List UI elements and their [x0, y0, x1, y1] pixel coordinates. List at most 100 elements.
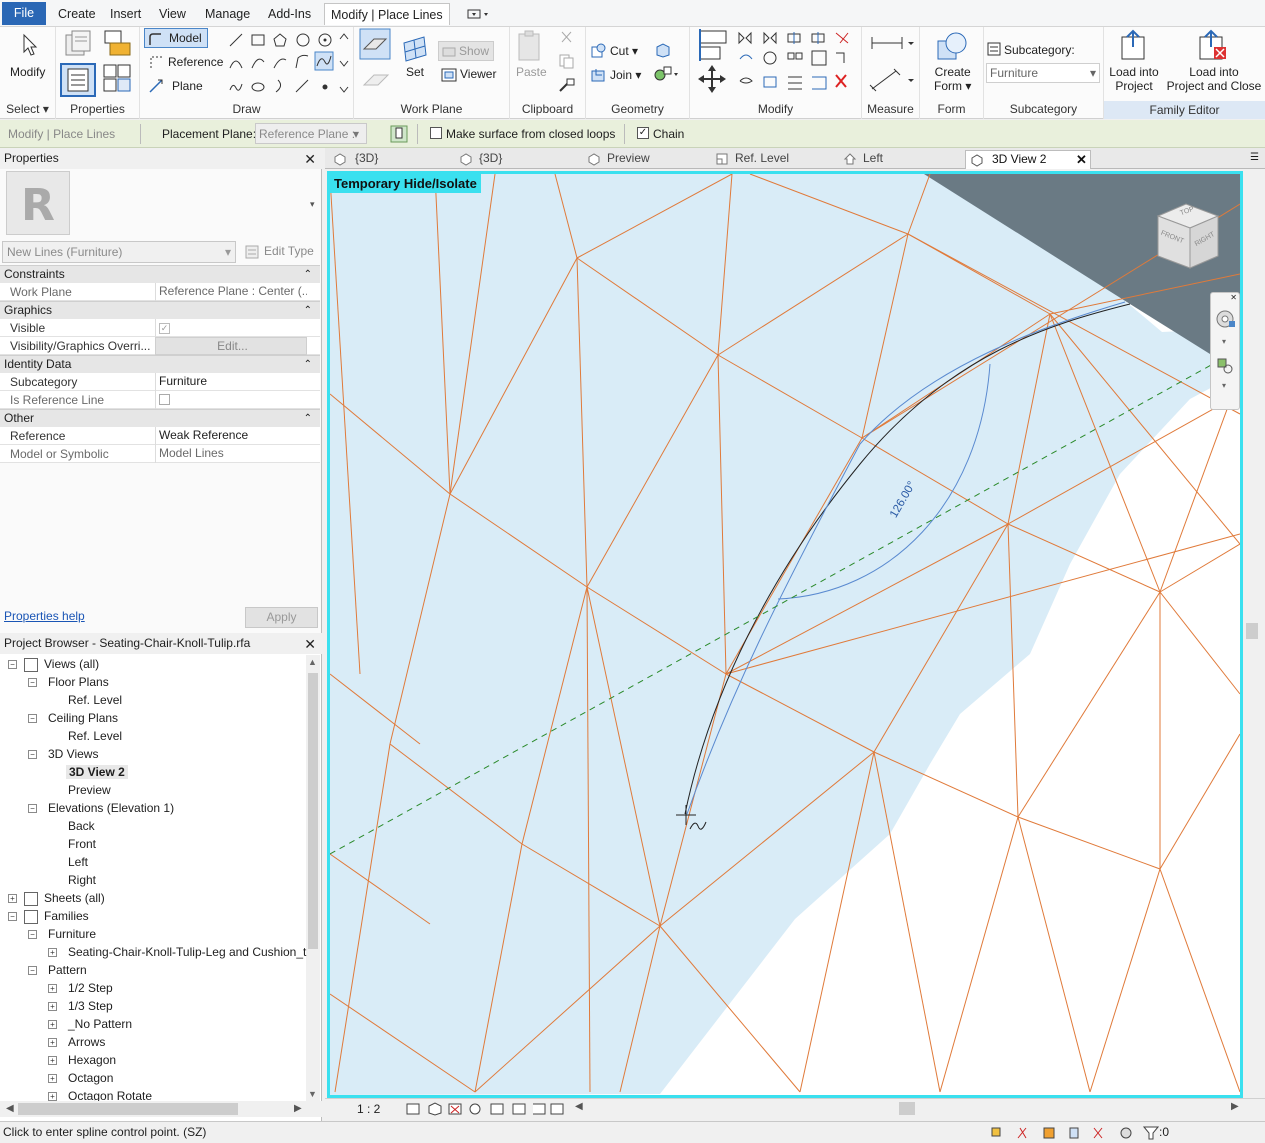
browser-node-floor-plans[interactable]: Floor Plans — [48, 675, 109, 689]
browser-node-elevations[interactable]: Elevations (Elevation 1) — [48, 801, 174, 815]
view-tab-preview[interactable]: Preview — [583, 150, 707, 169]
work-plane-tool-icon[interactable] — [358, 27, 392, 61]
expand-icon[interactable]: + — [8, 894, 17, 903]
load-into-project-button[interactable]: Load into Project — [1108, 65, 1160, 93]
collapse-icon[interactable]: − — [28, 930, 37, 939]
expand-icon[interactable]: + — [48, 1002, 57, 1011]
browser-node-ref-level-ceiling[interactable]: Ref. Level — [68, 729, 122, 743]
viewer-button[interactable]: Viewer — [438, 65, 498, 85]
browser-node-arrows[interactable]: Arrows — [68, 1035, 105, 1049]
scroll-left-icon[interactable]: ◀ — [575, 1101, 583, 1112]
apply-button[interactable]: Apply — [245, 607, 318, 628]
browser-node-ceiling-plans[interactable]: Ceiling Plans — [48, 711, 118, 725]
chevron-down-icon[interactable]: ▾ — [310, 199, 315, 210]
view-tab-3d-2[interactable]: {3D} — [455, 150, 579, 169]
browser-node-ref-level-floor[interactable]: Ref. Level — [68, 693, 122, 707]
browser-node-right[interactable]: Right — [68, 873, 96, 887]
view-scale[interactable]: 1 : 2 — [357, 1102, 380, 1116]
close-icon[interactable]: ✕ — [1076, 151, 1087, 168]
subcategory-dropdown[interactable]: Furniture ▾ — [986, 63, 1100, 83]
close-icon[interactable]: ✕ — [304, 635, 316, 654]
family-category-icon[interactable] — [64, 29, 94, 59]
draw-tools-gallery[interactable] — [228, 30, 348, 96]
browser-node-front[interactable]: Front — [68, 837, 96, 851]
reference-line-button[interactable]: Reference — [144, 52, 228, 72]
browser-node-3d-view-2[interactable]: 3D View 2 — [66, 765, 128, 779]
modify-tools-grid[interactable] — [736, 29, 856, 97]
browser-node-furniture[interactable]: Furniture — [48, 927, 96, 941]
view-control-icons[interactable] — [405, 1101, 565, 1117]
browser-node-sheets-all[interactable]: Sheets (all) — [44, 891, 105, 905]
browser-node-preview[interactable]: Preview — [68, 783, 111, 797]
tab-file[interactable]: File — [2, 2, 46, 25]
model-geometry[interactable] — [330, 174, 1240, 1095]
view-tab-left[interactable]: Left — [839, 150, 963, 169]
modify-button-label[interactable]: Modify — [10, 65, 45, 79]
tab-modify-place-lines[interactable]: Modify | Place Lines — [324, 3, 450, 25]
view-tab-3d-view-2[interactable]: 3D View 2 ✕ — [965, 150, 1091, 169]
expand-icon[interactable]: + — [48, 1092, 57, 1101]
panel-title-select[interactable]: Select ▾ — [0, 102, 55, 116]
tabs-menu-icon[interactable]: ☰ — [1250, 152, 1259, 163]
expand-icon[interactable]: + — [48, 948, 57, 957]
section-identity-data[interactable]: Identity Data ⌃ — [0, 355, 320, 373]
collapse-icon[interactable]: − — [28, 750, 37, 759]
set-button-label[interactable]: Set — [406, 65, 424, 79]
section-constraints[interactable]: Constraints ⌃ — [0, 265, 320, 283]
load-into-project-icon[interactable] — [1118, 29, 1148, 61]
chevron-down-icon[interactable]: ▾ — [1222, 381, 1226, 390]
tab-view[interactable]: View — [153, 3, 192, 25]
family-types-icon[interactable] — [102, 29, 134, 59]
expand-icon[interactable]: + — [48, 984, 57, 993]
properties-palette-icon[interactable] — [60, 63, 96, 97]
modify-arrow-icon[interactable] — [20, 33, 40, 57]
browser-horizontal-scrollbar[interactable]: ◀ ▶ — [0, 1101, 322, 1117]
close-icon[interactable]: ✕ — [304, 150, 316, 169]
ribbon-display-toggle-icon[interactable] — [467, 9, 491, 20]
collapse-icon[interactable]: − — [28, 714, 37, 723]
collapse-icon[interactable]: − — [28, 678, 37, 687]
aligned-dimension-icon[interactable] — [868, 67, 914, 93]
browser-node-seating-chair-leg-cushion[interactable]: Seating-Chair-Knoll-Tulip-Leg and Cushio… — [68, 945, 306, 959]
horizontal-scroll-thumb[interactable] — [899, 1102, 915, 1115]
pick-work-plane-icon[interactable] — [389, 124, 409, 144]
expand-icon[interactable]: + — [48, 1056, 57, 1065]
view-tab-ref-level[interactable]: Ref. Level — [711, 150, 835, 169]
browser-node-views-all[interactable]: Views (all) — [44, 657, 99, 671]
browser-node-third-step[interactable]: 1/3 Step — [68, 999, 113, 1013]
browser-node-hexagon[interactable]: Hexagon — [68, 1053, 116, 1067]
tab-manage[interactable]: Manage — [199, 3, 256, 25]
view-tab-3d-1[interactable]: {3D} — [329, 150, 453, 169]
canvas-vertical-scrollbar[interactable] — [1244, 171, 1260, 1098]
browser-node-families[interactable]: Families — [44, 909, 89, 923]
measure-icon[interactable] — [868, 33, 914, 53]
filter-icon[interactable] — [1143, 1125, 1159, 1141]
close-icon[interactable]: ✕ — [1230, 293, 1237, 302]
scroll-right-icon[interactable]: ▶ — [1231, 1101, 1239, 1112]
type-selector[interactable]: New Lines (Furniture) ▾ — [2, 241, 236, 263]
split-face-icon[interactable] — [654, 65, 682, 83]
move-icon[interactable] — [696, 63, 728, 95]
create-form-button[interactable]: Create Form ▾ — [934, 65, 971, 93]
collapse-icon[interactable]: − — [8, 912, 17, 921]
properties-help-link[interactable]: Properties help — [4, 609, 85, 623]
wall-joins-icon[interactable] — [654, 41, 672, 59]
load-into-project-and-close-button[interactable]: Load into Project and Close — [1164, 65, 1264, 93]
browser-node-half-step[interactable]: 1/2 Step — [68, 981, 113, 995]
browser-scrollbar[interactable]: ▲ ▼ — [306, 655, 320, 1101]
zoom-icon[interactable] — [1216, 357, 1234, 375]
is-reference-line-checkbox[interactable] — [159, 394, 170, 405]
viewcube[interactable]: TOP FRONT RIGHT — [1150, 198, 1226, 274]
reference-plane-button[interactable]: Plane — [144, 76, 208, 96]
model-line-button[interactable]: Model — [144, 28, 208, 48]
tab-insert[interactable]: Insert — [104, 3, 147, 25]
visible-checkbox[interactable]: ✓ — [159, 323, 170, 334]
chevron-down-icon[interactable]: ▾ — [1222, 337, 1226, 346]
expand-icon[interactable]: + — [48, 1038, 57, 1047]
tab-create[interactable]: Create — [52, 3, 102, 25]
prop-row-subcategory[interactable]: Subcategory Furniture — [0, 373, 320, 391]
align-icon[interactable] — [696, 29, 728, 61]
selection-filter-icons[interactable] — [990, 1124, 1150, 1142]
section-other[interactable]: Other ⌃ — [0, 409, 320, 427]
expand-icon[interactable]: + — [48, 1020, 57, 1029]
